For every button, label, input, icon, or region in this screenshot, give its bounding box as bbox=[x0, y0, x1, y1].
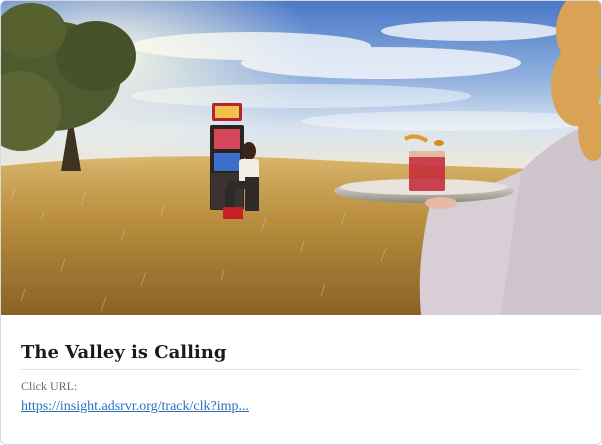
click-url-label: Click URL: bbox=[21, 379, 78, 393]
ad-details: The Valley is Calling Click URL: https:/… bbox=[21, 329, 581, 416]
ad-preview-card: The Valley is Calling Click URL: https:/… bbox=[0, 0, 602, 445]
click-url-link[interactable]: https://insight.adsrvr.org/track/clk?imp… bbox=[21, 398, 249, 416]
ad-title: The Valley is Calling bbox=[21, 329, 581, 370]
ad-creative-image[interactable] bbox=[1, 1, 601, 315]
